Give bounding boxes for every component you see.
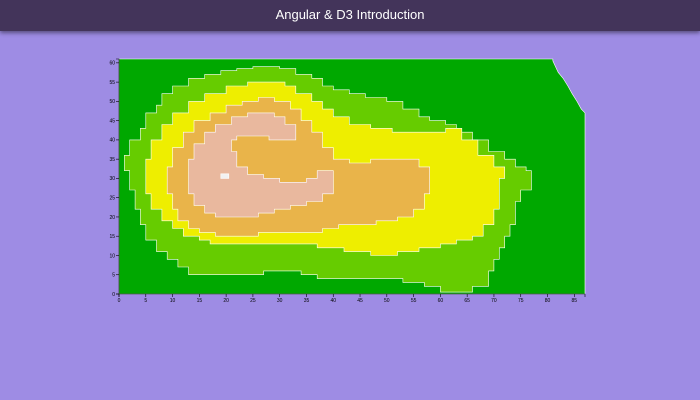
y-tick: 5: [112, 273, 119, 279]
y-tick-label: 35: [109, 157, 115, 163]
y-tick: 55: [109, 80, 119, 86]
y-tick-label: 10: [109, 253, 115, 259]
x-tick: 40: [330, 294, 336, 304]
x-tick-label: 50: [384, 298, 390, 304]
x-tick: 25: [250, 294, 256, 304]
x-tick: 35: [304, 294, 310, 304]
y-tick: 35: [109, 157, 119, 163]
x-tick: 65: [464, 294, 470, 304]
x-tick: 55: [411, 294, 417, 304]
x-tick: 20: [223, 294, 229, 304]
x-tick-label: 80: [545, 298, 551, 304]
y-tick: 45: [109, 118, 119, 124]
y-axis: 0 5 10 15 20 25 30 35 40 45 50 55 60: [109, 58, 120, 298]
x-tick-label: 35: [304, 298, 310, 304]
contour-level-5: [220, 173, 230, 179]
y-tick: 15: [109, 234, 119, 240]
x-tick: 45: [357, 294, 363, 304]
y-axis-line: [116, 58, 120, 295]
y-tick: 25: [109, 195, 119, 201]
x-tick: 0: [118, 294, 121, 304]
y-tick: 60: [109, 61, 119, 67]
x-tick: 85: [572, 294, 578, 304]
y-tick: 10: [109, 253, 119, 259]
y-tick: 20: [109, 215, 119, 221]
x-axis-line: [118, 293, 586, 297]
x-tick-label: 15: [197, 298, 203, 304]
x-tick: 70: [491, 294, 497, 304]
y-tick-label: 50: [109, 99, 115, 105]
x-tick: 60: [438, 294, 444, 304]
x-tick-label: 30: [277, 298, 283, 304]
y-tick: 30: [109, 176, 119, 182]
contour-chart: 0 5 10 15 20 25 30 35 40 45 50 55 60 65 70 75 80 85 0 5 10 1…: [109, 58, 586, 304]
x-tick-label: 65: [464, 298, 470, 304]
x-tick-label: 0: [118, 298, 121, 304]
y-tick-label: 60: [109, 61, 115, 67]
y-tick: 50: [109, 99, 119, 105]
x-axis: 0 5 10 15 20 25 30 35 40 45 50 55 60 65 70 75 80 85: [118, 293, 586, 304]
x-tick: 5: [144, 294, 147, 304]
y-tick-label: 25: [109, 195, 115, 201]
x-tick: 50: [384, 294, 390, 304]
x-tick: 75: [518, 294, 524, 304]
x-tick-label: 60: [438, 298, 444, 304]
x-tick-label: 20: [223, 298, 229, 304]
y-tick-label: 45: [109, 118, 115, 124]
y-tick: 40: [109, 138, 119, 144]
x-tick: 15: [197, 294, 203, 304]
x-tick-label: 10: [170, 298, 176, 304]
x-tick-label: 70: [491, 298, 497, 304]
y-tick-label: 30: [109, 176, 115, 182]
contour-plot-area: [118, 58, 586, 295]
y-tick-label: 55: [109, 80, 115, 86]
y-tick-label: 20: [109, 215, 115, 221]
x-tick: 30: [277, 294, 283, 304]
y-tick-label: 40: [109, 138, 115, 144]
x-tick-label: 85: [572, 298, 578, 304]
x-tick: 80: [545, 294, 551, 304]
y-tick-label: 5: [112, 273, 115, 279]
x-tick-label: 75: [518, 298, 524, 304]
x-tick: 10: [170, 294, 176, 304]
x-tick-label: 55: [411, 298, 417, 304]
x-tick-label: 45: [357, 298, 363, 304]
y-tick: 0: [112, 292, 119, 298]
x-tick-label: 5: [144, 298, 147, 304]
y-tick-label: 0: [112, 292, 115, 298]
x-tick-label: 40: [330, 298, 336, 304]
x-tick-label: 25: [250, 298, 256, 304]
y-tick-label: 15: [109, 234, 115, 240]
